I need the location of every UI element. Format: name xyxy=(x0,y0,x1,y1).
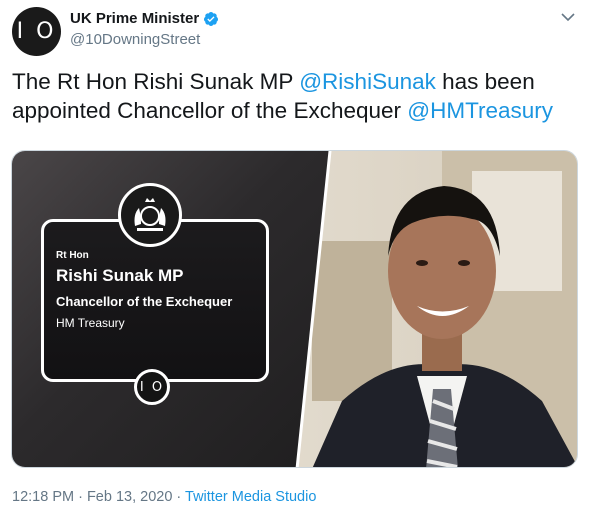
card-logo-mark: I O xyxy=(139,379,165,395)
tweet-timestamp[interactable]: 12:18 PM · Feb 13, 2020 · xyxy=(12,489,185,505)
card-honorific: Rt Hon xyxy=(56,250,89,261)
card-name: Rishi Sunak MP xyxy=(56,266,184,285)
card-role: Chancellor of the Exchequer xyxy=(56,294,233,309)
tweet-text: The Rt Hon Rishi Sunak MP @RishiSunak ha… xyxy=(12,67,577,125)
avatar-logo: I O xyxy=(16,19,57,44)
chevron-down-icon[interactable] xyxy=(561,12,575,22)
card-department: HM Treasury xyxy=(56,316,125,330)
author-handle[interactable]: @10DowningStreet xyxy=(70,31,200,48)
author-name-text: UK Prime Minister xyxy=(70,10,200,27)
tweet-card: I O UK Prime Minister @10DowningStreet T… xyxy=(0,0,591,516)
number-10-logo: I O xyxy=(134,369,170,405)
author-avatar[interactable]: I O xyxy=(12,7,61,56)
tweet-source-link[interactable]: Twitter Media Studio xyxy=(185,489,316,505)
tweet-media-image[interactable]: Rt Hon Rishi Sunak MP Chancellor of the … xyxy=(11,150,578,468)
royal-crest-icon xyxy=(118,183,182,247)
mention-link-hmtreasury[interactable]: @HMTreasury xyxy=(407,98,553,123)
verified-badge-icon xyxy=(204,11,219,26)
mention-link-rishisunak[interactable]: @RishiSunak xyxy=(299,69,436,94)
tweet-meta: 12:18 PM · Feb 13, 2020 · Twitter Media … xyxy=(12,489,316,505)
tweet-text-part-1: The Rt Hon Rishi Sunak MP xyxy=(12,69,300,94)
author-display-name[interactable]: UK Prime Minister xyxy=(70,10,219,27)
